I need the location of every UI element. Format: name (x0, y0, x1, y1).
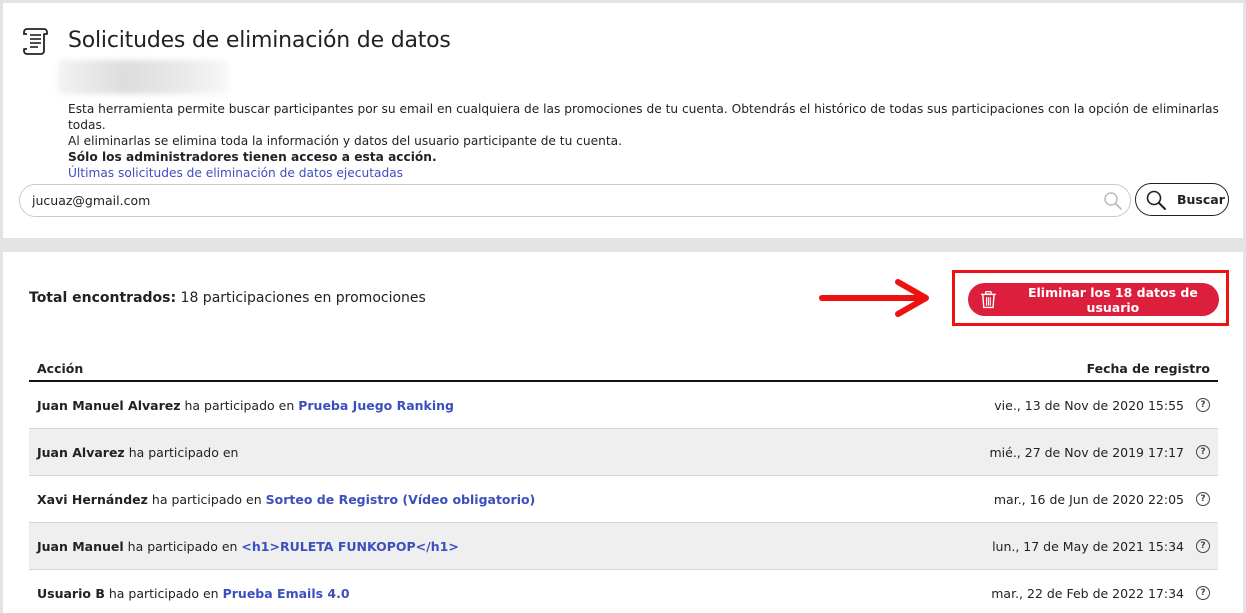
row-date-cell: mié., 27 de Nov de 2019 17:17 ? (989, 445, 1210, 460)
promotion-link[interactable]: Sorteo de Registro (Vídeo obligatorio) (266, 492, 536, 507)
row-date-cell: vie., 13 de Nov de 2020 15:55 ? (994, 398, 1210, 413)
row-verb: ha participado en (108, 585, 219, 601)
table-header: Acción Fecha de registro (29, 357, 1218, 382)
question-circle-icon[interactable]: ? (1196, 586, 1210, 600)
row-action: Juan Manuel Alvarez ha participado en Pr… (37, 398, 454, 413)
question-circle-icon[interactable]: ? (1196, 539, 1210, 553)
admin-note: Sólo los administradores tienen acceso a… (68, 150, 437, 164)
results-table: Acción Fecha de registro Juan Manuel Alv… (29, 357, 1218, 613)
row-action: Usuario B ha participado en Prueba Email… (37, 586, 350, 601)
document-list-icon (23, 28, 48, 55)
participant-name: Juan Manuel Alvarez (37, 397, 181, 413)
row-date-cell: lun., 17 de May de 2021 15:34 ? (992, 539, 1210, 554)
question-circle-icon[interactable]: ? (1196, 445, 1210, 459)
table-row: Juan Manuel Alvarez ha participado en Pr… (29, 382, 1218, 429)
delete-button-label: Eliminar los 18 datos de usuario (1027, 284, 1198, 315)
table-row: Juan Alvarez ha participado en mié., 27 … (29, 429, 1218, 476)
promotion-link[interactable]: Prueba Emails 4.0 (223, 586, 350, 601)
redacted-area (58, 60, 228, 94)
participant-name: Usuario B (37, 585, 105, 601)
row-verb: ha participado en (127, 538, 238, 554)
row-verb: ha participado en (184, 397, 295, 413)
row-date: mié., 27 de Nov de 2019 17:17 (989, 444, 1184, 460)
magnifier-icon (1104, 192, 1122, 210)
delete-user-data-button[interactable]: Eliminar los 18 datos de usuario (968, 283, 1219, 316)
row-date-cell: mar., 16 de Jun de 2020 22:05 ? (994, 492, 1210, 507)
results-total: Total encontrados: 18 participaciones en… (29, 290, 426, 306)
page-title: Solicitudes de eliminación de datos (68, 27, 451, 53)
section-divider (3, 238, 1243, 252)
row-date: vie., 13 de Nov de 2020 15:55 (994, 397, 1184, 413)
row-date: lun., 17 de May de 2021 15:34 (992, 538, 1184, 554)
participant-name: Xavi Hernández (37, 491, 148, 507)
row-verb: ha participado en (151, 491, 262, 507)
promotion-link[interactable]: <h1>RULETA FUNKOPOP</h1> (241, 539, 458, 554)
magnifier-icon (1146, 190, 1166, 210)
history-link[interactable]: Últimas solicitudes de eliminación de da… (68, 166, 403, 180)
trash-icon (980, 290, 996, 308)
page-header: Solicitudes de eliminación de datos (20, 24, 451, 56)
row-verb: ha participado en (128, 444, 239, 460)
description-line-2: Al eliminarlas se elimina toda la inform… (68, 134, 622, 148)
description: Esta herramienta permite buscar particip… (68, 101, 1228, 181)
row-date: mar., 22 de Feb de 2022 17:34 (991, 585, 1184, 601)
search-row: Buscar (19, 183, 1229, 217)
participant-name: Juan Manuel (37, 538, 124, 554)
table-row: Xavi Hernández ha participado en Sorteo … (29, 476, 1218, 523)
row-action: Juan Alvarez ha participado en (37, 445, 238, 460)
table-row: Usuario B ha participado en Prueba Email… (29, 570, 1218, 613)
question-circle-icon[interactable]: ? (1196, 492, 1210, 506)
description-line-1: Esta herramienta permite buscar particip… (68, 102, 1219, 132)
promotion-link[interactable]: Prueba Juego Ranking (298, 398, 454, 413)
search-input[interactable] (19, 184, 1131, 217)
table-row: Juan Manuel ha participado en <h1>RULETA… (29, 523, 1218, 570)
row-action: Xavi Hernández ha participado en Sorteo … (37, 492, 535, 507)
total-label: Total encontrados: (29, 290, 177, 306)
search-button-label: Buscar (1177, 192, 1225, 207)
total-text: 18 participaciones en promociones (180, 290, 426, 306)
row-date-cell: mar., 22 de Feb de 2022 17:34 ? (991, 586, 1210, 601)
arrow-right-icon (819, 279, 929, 317)
row-action: Juan Manuel ha participado en <h1>RULETA… (37, 539, 459, 554)
participant-name: Juan Alvarez (37, 444, 125, 460)
column-header-date: Fecha de registro (1086, 361, 1210, 376)
search-button[interactable]: Buscar (1135, 183, 1229, 216)
column-header-action: Acción (37, 361, 84, 376)
question-circle-icon[interactable]: ? (1196, 398, 1210, 412)
row-date: mar., 16 de Jun de 2020 22:05 (993, 491, 1184, 507)
